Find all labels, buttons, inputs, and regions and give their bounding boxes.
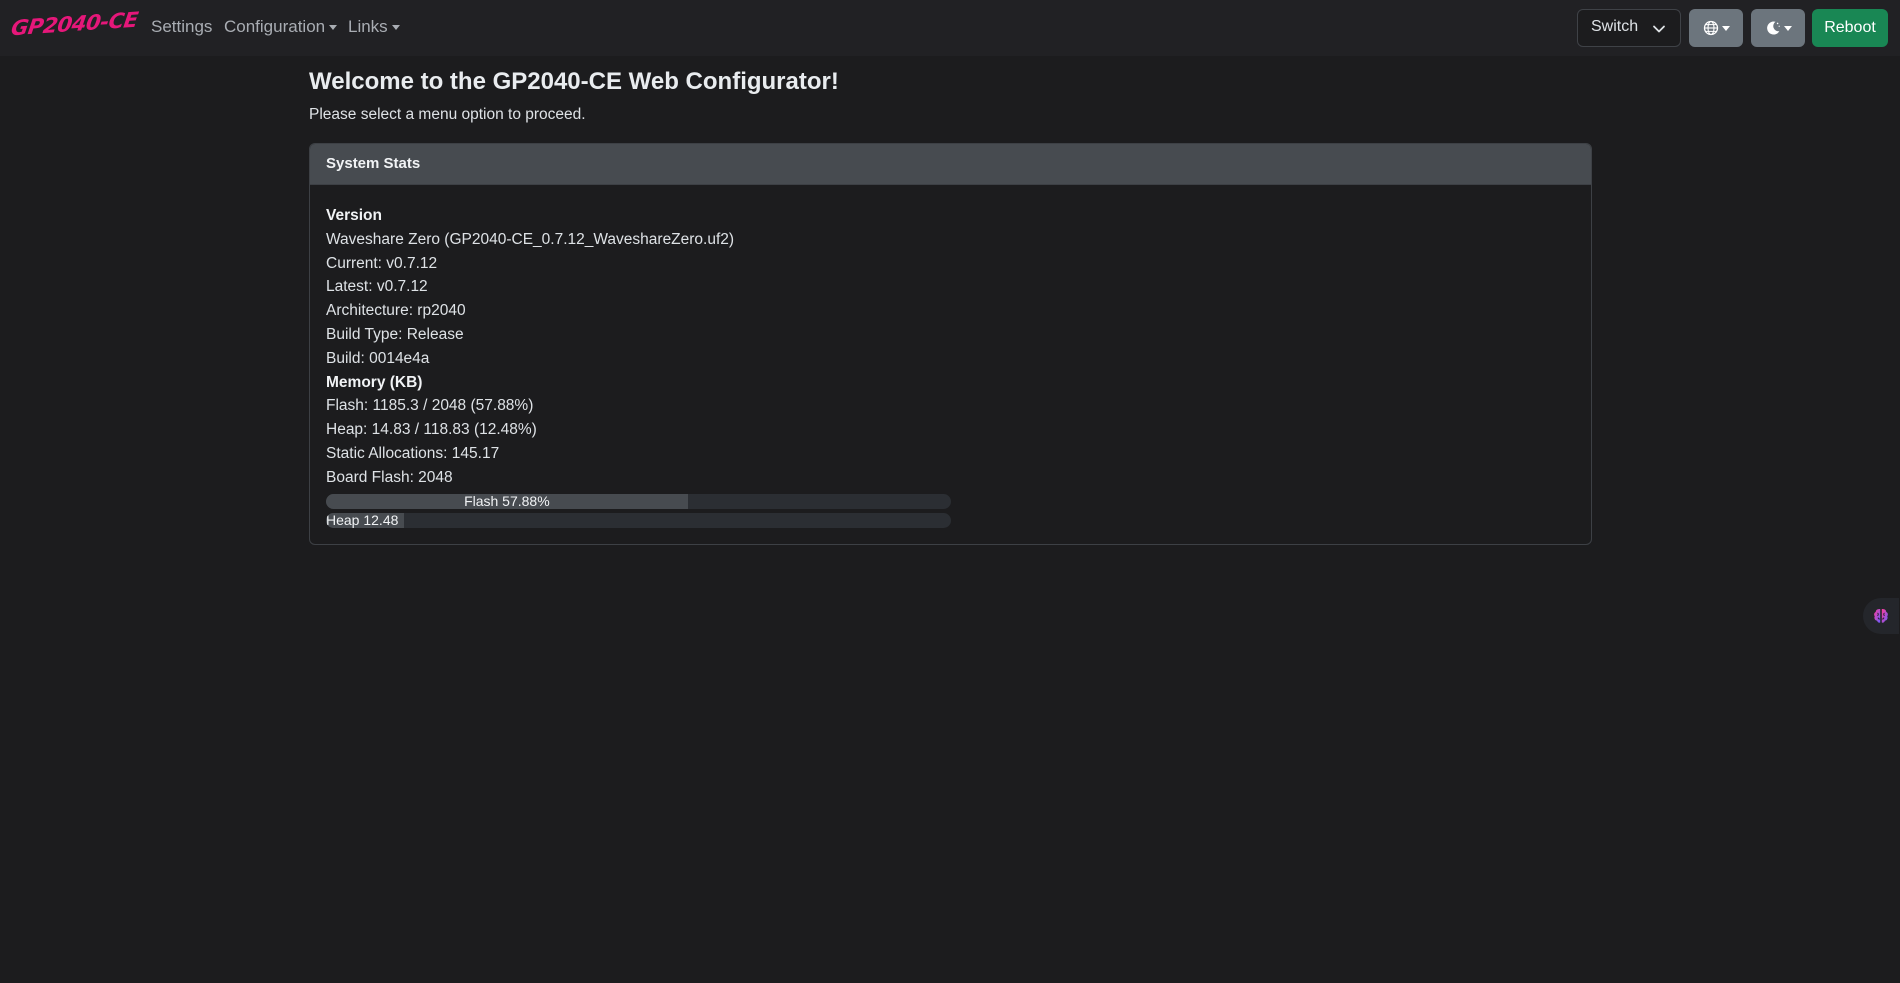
heap-progress-fill: Heap 12.48 <box>326 512 404 528</box>
nav-links-label: Links <box>348 17 388 36</box>
input-mode-select[interactable]: Switch <box>1577 9 1681 47</box>
flash-usage: Flash: 1185.3 / 2048 (57.88%) <box>326 397 534 415</box>
current-version: Current: v0.7.12 <box>326 254 438 272</box>
nav-links-dropdown[interactable]: Links <box>348 17 400 37</box>
board-flash: Board Flash: 2048 <box>326 468 453 486</box>
static-allocations: Static Allocations: 145.17 <box>326 444 500 462</box>
moon-icon <box>1766 21 1780 35</box>
caret-down-icon <box>329 25 338 31</box>
language-button[interactable] <box>1689 9 1743 47</box>
flash-progress-fill: Flash 57.88% <box>326 493 688 509</box>
heap-progress-bar: Heap 12.48 <box>326 512 951 528</box>
memory-heading: Memory (KB) <box>326 373 423 391</box>
theme-button[interactable] <box>1751 9 1805 47</box>
card-header: System Stats <box>310 144 1591 185</box>
globe-icon <box>1703 20 1718 36</box>
latest-version: Latest: v0.7.12 <box>326 278 428 296</box>
brand-logo[interactable]: GP2040-CE <box>10 8 140 41</box>
nav-settings-label: Settings <box>151 17 213 36</box>
brain-icon <box>1874 608 1888 623</box>
build-type: Build Type: Release <box>326 325 464 343</box>
version-heading: Version <box>326 207 382 224</box>
build-hash: Build: 0014e4a <box>326 349 430 367</box>
caret-down-icon <box>391 25 400 31</box>
nav-settings[interactable]: Settings <box>151 17 212 37</box>
nav-configuration-dropdown[interactable]: Configuration <box>224 17 338 37</box>
page-subtitle: Please select a menu option to proceed. <box>309 106 586 123</box>
reboot-button[interactable]: Reboot <box>1812 9 1888 47</box>
floating-assistant-button[interactable] <box>1863 598 1899 634</box>
page-title: Welcome to the GP2040-CE Web Configurato… <box>309 68 839 95</box>
nav-configuration-label: Configuration <box>224 17 326 36</box>
architecture: Architecture: rp2040 <box>326 302 466 320</box>
caret-down-icon <box>1721 25 1730 31</box>
flash-progress-bar: Flash 57.88% <box>326 493 951 509</box>
caret-down-icon <box>1783 25 1792 31</box>
card-body: Version Waveshare Zero (GP2040-CE_0.7.12… <box>310 185 1591 528</box>
chevron-down-icon <box>1653 25 1665 33</box>
system-stats-card: System Stats Version Waveshare Zero (GP2… <box>309 143 1592 545</box>
navbar: GP2040-CE Settings Configuration Links S… <box>0 0 1900 56</box>
heap-usage: Heap: 14.83 / 118.83 (12.48%) <box>326 421 537 439</box>
board-name: Waveshare Zero (GP2040-CE_0.7.12_Wavesha… <box>326 230 735 248</box>
input-mode-value: Switch <box>1591 18 1639 35</box>
